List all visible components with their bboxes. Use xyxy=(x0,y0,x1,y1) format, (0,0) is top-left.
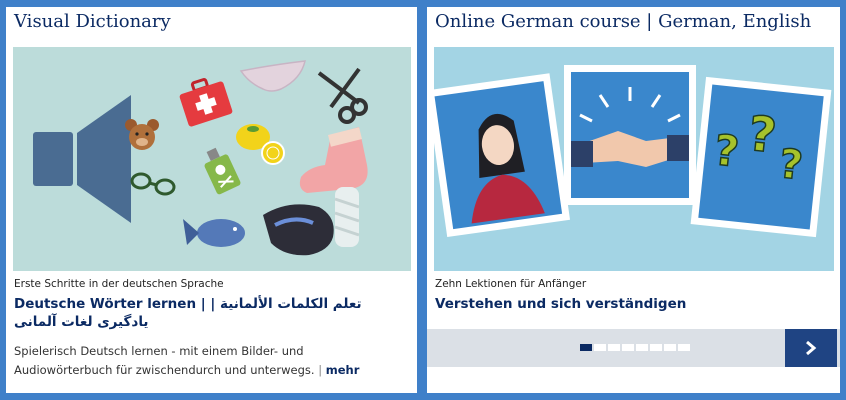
svg-text:?: ? xyxy=(777,141,805,189)
carousel-dot[interactable] xyxy=(636,344,648,351)
carousel-dot[interactable] xyxy=(594,344,606,351)
question-marks-photo: ? ? ? xyxy=(690,76,832,238)
first-aid-kit-icon xyxy=(179,78,233,127)
scissors-icon xyxy=(317,67,368,124)
carousel-dot[interactable] xyxy=(650,344,662,351)
card-kicker: Zehn Lektionen für Anfänger xyxy=(435,278,587,290)
svg-text:?: ? xyxy=(745,106,779,165)
card-title[interactable]: Online German course | German, English xyxy=(435,11,811,32)
description-text: Spielerisch Deutsch lernen - mit einem B… xyxy=(14,344,315,377)
carousel-dot[interactable] xyxy=(678,344,690,351)
card-title[interactable]: Visual Dictionary xyxy=(14,11,171,32)
carousel-dot[interactable] xyxy=(622,344,634,351)
carousel-nav xyxy=(427,329,840,367)
more-link[interactable]: mehr xyxy=(326,363,360,377)
carousel-dot[interactable] xyxy=(580,344,592,351)
lemon-icon xyxy=(236,124,285,165)
underwear-icon xyxy=(239,60,306,92)
carousel-dots xyxy=(580,344,690,352)
sock-icon xyxy=(299,127,368,193)
carousel-dot[interactable] xyxy=(608,344,620,351)
chevron-right-icon xyxy=(806,340,817,356)
card-headline[interactable]: Deutsche Wörter lernen | تعلم الكلمات ال… xyxy=(14,295,386,331)
card-description: Spielerisch Deutsch lernen - mit einem B… xyxy=(14,342,404,380)
bandaged-foot-icon xyxy=(334,187,360,247)
german-course-illustration[interactable]: ? ? ? xyxy=(434,47,834,271)
visual-dictionary-illustration[interactable] xyxy=(13,47,411,271)
card-headline[interactable]: Verstehen und sich verständigen xyxy=(435,295,686,313)
fish-icon xyxy=(183,219,245,247)
separator: | xyxy=(318,363,323,377)
woman-photo xyxy=(434,73,571,238)
visual-dictionary-card[interactable]: Visual Dictionary Erste Schritte in der … xyxy=(6,7,417,393)
svg-text:?: ? xyxy=(712,125,741,176)
shoe-icon xyxy=(263,204,334,256)
carousel-dot[interactable] xyxy=(664,344,676,351)
poison-bottle-icon xyxy=(204,147,241,195)
german-course-card[interactable]: Online German course | German, English ?… xyxy=(427,7,840,393)
carousel-next-button[interactable] xyxy=(785,329,837,367)
speaker-icon xyxy=(33,95,131,223)
card-kicker: Erste Schritte in der deutschen Sprache xyxy=(14,278,224,290)
glasses-icon xyxy=(130,172,176,196)
handshake-photo xyxy=(564,65,696,205)
